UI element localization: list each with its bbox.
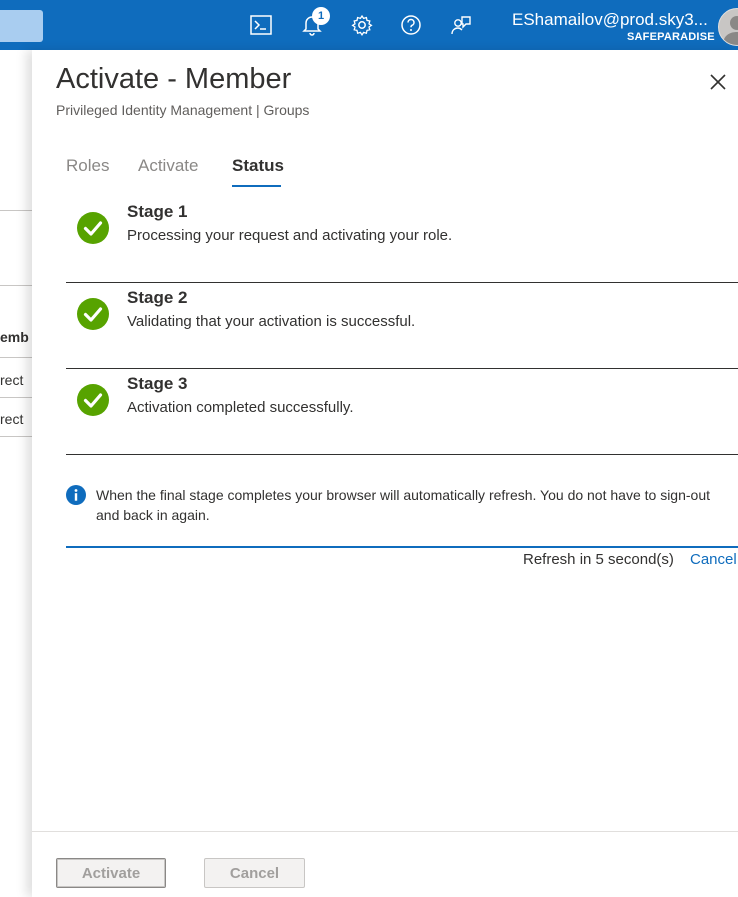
stage-item: Stage 3 Activation completed successfull…	[66, 368, 738, 455]
active-tab-indicator	[232, 185, 281, 187]
divider	[0, 397, 32, 398]
checkmark-circle-icon	[77, 298, 109, 330]
cloud-shell-icon[interactable]	[246, 9, 276, 41]
divider	[0, 285, 32, 286]
search-box[interactable]	[0, 10, 43, 42]
refresh-progress-bar	[66, 546, 738, 548]
background-page: emb rect rect	[0, 50, 32, 897]
footer-divider	[32, 831, 738, 832]
cancel-refresh-link[interactable]: Cancel	[690, 551, 737, 568]
stage-title: Stage 3	[127, 374, 188, 393]
stage-item: Stage 2 Validating that your activation …	[66, 282, 738, 369]
info-message: When the final stage completes your brow…	[96, 487, 710, 523]
stage-title: Stage 2	[127, 288, 188, 307]
refresh-countdown: Refresh in 5 second(s)	[523, 551, 674, 568]
stage-title: Stage 1	[127, 202, 188, 221]
stage-item: Stage 1 Processing your request and acti…	[66, 196, 738, 283]
divider	[0, 210, 32, 211]
top-navigation-bar: 1 EShamailov@prod.sky3... SAFEPARADISE	[0, 0, 738, 50]
tab-roles[interactable]: Roles	[66, 156, 109, 176]
avatar[interactable]	[718, 8, 738, 46]
help-icon[interactable]	[396, 9, 426, 41]
feedback-icon[interactable]	[446, 9, 476, 41]
tab-status[interactable]: Status	[232, 156, 284, 176]
tab-activate[interactable]: Activate	[138, 156, 198, 176]
user-tenant-name[interactable]: SAFEPARADISE	[627, 31, 715, 43]
user-account-name[interactable]: EShamailov@prod.sky3...	[512, 10, 708, 30]
notification-count-badge: 1	[312, 7, 330, 25]
divider	[0, 436, 32, 437]
close-icon[interactable]	[706, 70, 730, 94]
stage-description: Processing your request and activating y…	[127, 227, 453, 244]
stage-description: Validating that your activation is succe…	[127, 313, 416, 330]
divider	[0, 357, 32, 358]
table-cell-fragment: rect	[0, 411, 24, 427]
table-header-fragment: emb	[0, 329, 29, 345]
activate-member-panel: Activate - Member Privileged Identity Ma…	[32, 50, 738, 897]
activate-button[interactable]: Activate	[56, 858, 166, 888]
page-title: Activate - Member	[56, 63, 292, 95]
table-cell-fragment: rect	[0, 372, 24, 388]
info-icon	[66, 485, 86, 505]
stage-description: Activation completed successfully.	[127, 399, 354, 416]
checkmark-circle-icon	[77, 212, 109, 244]
cancel-button[interactable]: Cancel	[204, 858, 305, 888]
gear-icon[interactable]	[347, 9, 377, 41]
checkmark-circle-icon	[77, 384, 109, 416]
breadcrumb-subtitle: Privileged Identity Management | Groups	[56, 102, 310, 118]
